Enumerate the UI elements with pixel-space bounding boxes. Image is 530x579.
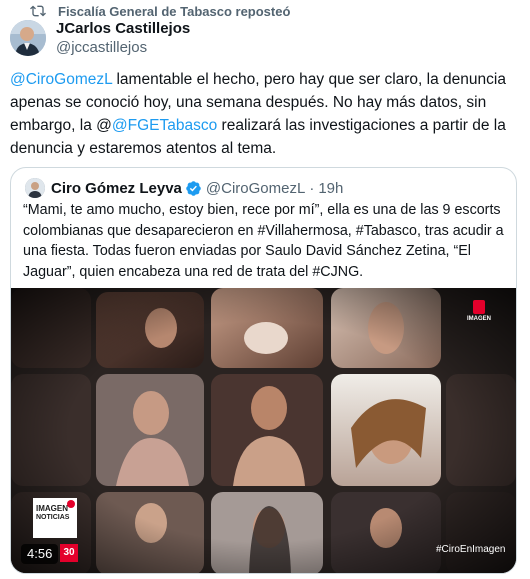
separator-dot: · (309, 179, 315, 197)
logo-line2: NOTICIAS (36, 514, 70, 521)
quote-avatar[interactable] (25, 178, 45, 198)
brand-logo-icon (473, 300, 485, 314)
news-logo: IMAGEN NOTICIAS (33, 498, 77, 538)
channel-badge: 30 (60, 544, 78, 562)
quote-header: Ciro Gómez Leyva @CiroGomezL · 19h (25, 178, 343, 198)
brand-label: IMAGEN (467, 316, 491, 322)
video-duration: 4:56 (21, 544, 59, 564)
repost-label: Fiscalía General de Tabasco reposteó (58, 3, 291, 19)
repost-icon (30, 5, 46, 17)
tweet-text: @CiroGomezL lamentable el hecho, pero ha… (10, 68, 515, 160)
video-thumbnail (11, 288, 516, 573)
verified-icon (186, 180, 201, 196)
quoted-tweet[interactable]: Ciro Gómez Leyva @CiroGomezL · 19h “Mami… (10, 167, 517, 574)
quote-text: “Mami, te amo mucho, estoy bien, rece po… (23, 202, 504, 280)
quote-handle[interactable]: @CiroGomezL (206, 180, 305, 197)
mention-link[interactable]: @CiroGomezL (10, 71, 112, 88)
video-hashtag: #CiroEnImagen (436, 544, 506, 555)
brand-mark: IMAGEN (459, 300, 499, 322)
author-handle[interactable]: @jccastillejos (56, 39, 147, 56)
mention-link[interactable]: @FGETabasco (112, 117, 217, 134)
author-name[interactable]: JCarlos Castillejos (56, 20, 190, 37)
repost-indicator[interactable]: Fiscalía General de Tabasco reposteó (30, 2, 290, 20)
quote-time[interactable]: 19h (318, 180, 343, 197)
video-player[interactable]: IMAGEN IMAGEN NOTICIAS 4:56 30 #CiroEnIm… (11, 288, 516, 573)
avatar[interactable] (10, 20, 46, 56)
logo-dot-icon (67, 500, 75, 508)
quote-author-name[interactable]: Ciro Gómez Leyva (51, 180, 182, 197)
